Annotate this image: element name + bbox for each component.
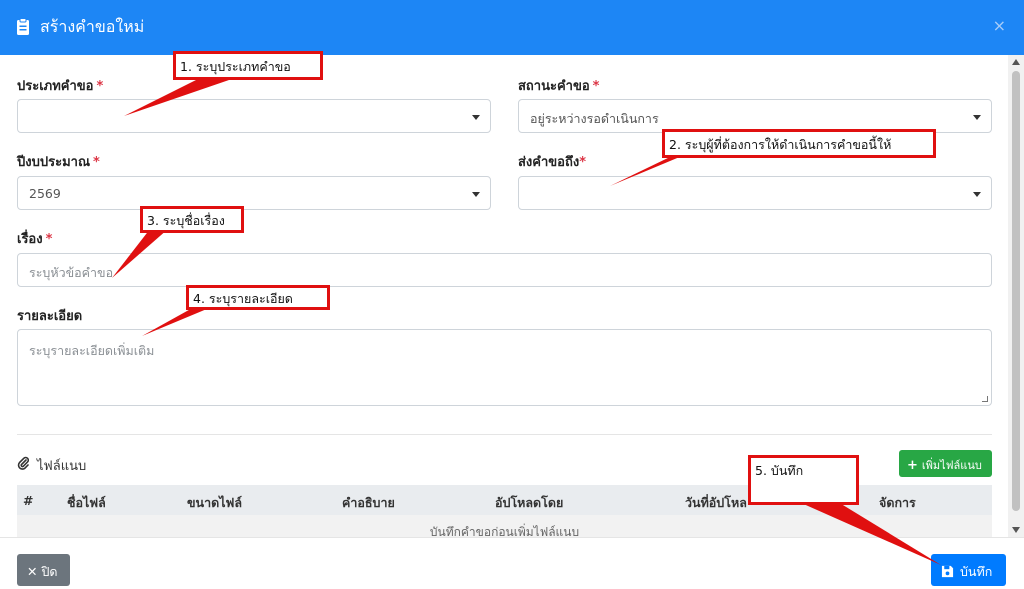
annotation-callout-4: 4. ระบุรายละเอียด xyxy=(186,285,330,310)
annotation-callout-3: 3. ระบุชื่อเรื่อง xyxy=(140,206,244,233)
plus-icon: + xyxy=(907,458,918,473)
scroll-up-icon[interactable] xyxy=(1012,59,1020,65)
subject-label: เรื่อง * xyxy=(17,232,53,247)
paperclip-icon xyxy=(17,456,29,470)
resize-handle[interactable] xyxy=(982,396,988,402)
column-header: ขนาดไฟล์ xyxy=(187,495,243,510)
send-to-label: ส่งคำขอถึง* xyxy=(518,155,587,170)
status-label: สถานะคำขอ * xyxy=(518,79,600,94)
attachments-empty-row: บันทึกคำขอก่อนเพิ่มไฟล์แนบ xyxy=(17,515,992,537)
budget-year-label: ปีงบประมาณ * xyxy=(17,155,100,170)
details-label: รายละเอียด xyxy=(17,309,83,324)
create-request-modal: สร้างคำขอใหม่ × ประเภทคำขอ * สถานะคำขอ * อ… xyxy=(0,0,1024,589)
column-header: ชื่อไฟล์ xyxy=(67,495,106,510)
close-button[interactable]: ✕ ปิด xyxy=(17,554,70,586)
modal-scrollbar[interactable] xyxy=(1008,55,1024,537)
column-header: คำอธิบาย xyxy=(342,495,395,510)
section-divider xyxy=(17,434,992,435)
column-header: จัดการ xyxy=(879,495,916,510)
annotation-callout-1: 1. ระบุประเภทคำขอ xyxy=(173,51,323,80)
budget-year-select[interactable]: 2569 xyxy=(17,176,491,210)
modal-header: สร้างคำขอใหม่ × xyxy=(0,0,1024,55)
subject-input[interactable]: ระบุหัวข้อคำขอ xyxy=(17,253,992,287)
scroll-thumb[interactable] xyxy=(1012,71,1020,511)
column-header: # xyxy=(23,493,34,508)
attachments-title: ไฟล์แนบ xyxy=(17,455,86,476)
floppy-disk-icon xyxy=(941,565,954,578)
details-textarea[interactable]: ระบุรายละเอียดเพิ่มเติม xyxy=(17,329,992,406)
save-button[interactable]: บันทึก xyxy=(931,554,1006,586)
add-attachment-button[interactable]: + เพิ่มไฟล์แนบ xyxy=(899,450,992,477)
modal-title: สร้างคำขอใหม่ xyxy=(40,17,145,36)
column-header: วันที่อัปโหล xyxy=(685,495,747,510)
chevron-down-icon xyxy=(472,192,480,197)
clipboard-icon xyxy=(17,18,29,35)
request-type-label: ประเภทคำขอ * xyxy=(17,79,104,94)
request-type-select[interactable] xyxy=(17,99,491,133)
chevron-down-icon xyxy=(472,115,480,120)
annotation-callout-5: 5. บันทึก xyxy=(748,455,859,505)
send-to-select[interactable] xyxy=(518,176,992,210)
chevron-down-icon xyxy=(973,192,981,197)
column-header: อัปโหลดโดย xyxy=(495,495,564,510)
close-icon[interactable]: × xyxy=(993,16,1006,35)
scroll-down-icon[interactable] xyxy=(1012,527,1020,533)
x-icon: ✕ xyxy=(27,564,38,579)
modal-footer: ✕ ปิด บันทึก xyxy=(0,537,1024,589)
annotation-callout-2: 2. ระบุผู้ที่ต้องการให้ดำเนินการคำขอนี้ใ… xyxy=(662,129,936,158)
status-select[interactable]: อยู่ระหว่างรอดำเนินการ xyxy=(518,99,992,133)
chevron-down-icon xyxy=(973,115,981,120)
